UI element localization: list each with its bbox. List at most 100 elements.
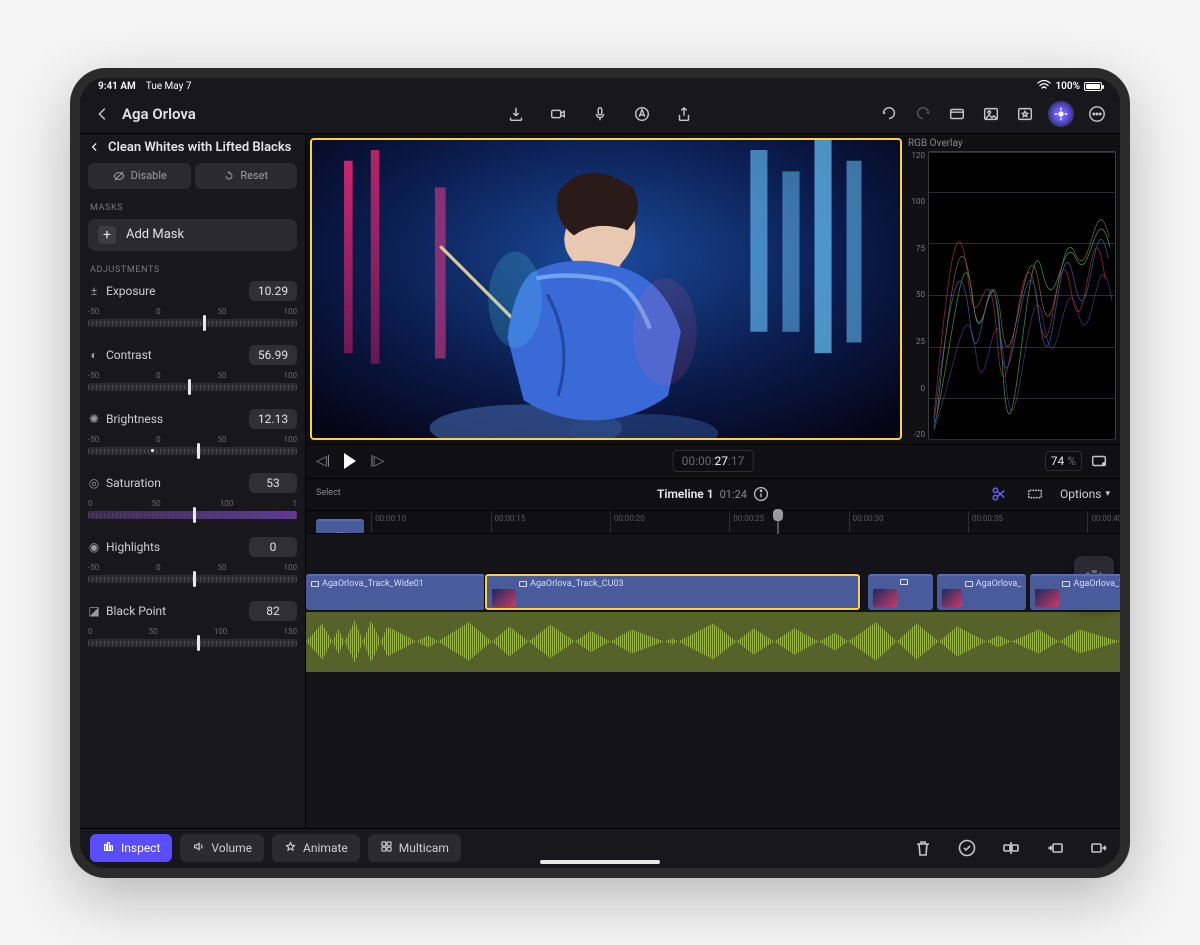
status-bar: 9:41 AM Tue May 7 100% (80, 78, 1120, 96)
display-options-icon[interactable] (1088, 450, 1110, 472)
battery-pct: 100% (1055, 81, 1080, 92)
clip-name: AgaOrlova_Track_CU03 (530, 579, 624, 589)
animate-icon (284, 840, 297, 856)
adjustment-slider[interactable]: 0501001 (88, 499, 297, 527)
adjustment-value[interactable]: 10.29 (249, 281, 297, 301)
play-button[interactable] (344, 453, 356, 469)
ruler-mark: 00:00:40 (1087, 511, 1120, 533)
voiceover-icon[interactable] (589, 103, 611, 125)
clip-name: AgaOrlova_Trac (1073, 579, 1120, 589)
timeline-header: Select Clip ▾ Timeline 1 01:24 Options ▾ (306, 478, 1120, 510)
video-clip[interactable] (868, 574, 933, 610)
clip-camera-icon (311, 581, 319, 587)
adjustment-value[interactable]: 0 (249, 537, 297, 557)
tab-inspect[interactable]: Inspect (90, 834, 172, 862)
add-mask-button[interactable]: + Add Mask (88, 219, 297, 251)
scope-y-tick: 0 (906, 384, 925, 393)
clip-thumbnail (873, 589, 897, 607)
video-clip[interactable]: AgaOrlova_Track_Wide01 (306, 574, 485, 610)
adjustment-value[interactable]: 82 (249, 601, 297, 621)
adjustment-glyph-icon: ◎ (88, 476, 100, 490)
timeline-tools-icon[interactable] (1024, 483, 1046, 505)
wifi-icon (1037, 80, 1051, 93)
clip-thumbnail (492, 589, 516, 607)
inspector-title: Clean Whites with Lifted Blacks (108, 140, 291, 155)
share-icon[interactable] (673, 103, 695, 125)
video-scope: RGB Overlay 1201007550250-20 (906, 138, 1116, 440)
photos-icon[interactable] (980, 103, 1002, 125)
redo-icon[interactable] (912, 103, 934, 125)
timeline-ruler[interactable]: 00:00:1000:00:1500:00:2000:00:2500:00:30… (306, 510, 1120, 534)
tab-label: Volume (211, 841, 252, 855)
effects-icon[interactable] (1014, 103, 1036, 125)
playhead[interactable] (773, 509, 783, 521)
adjustment-glyph-icon: ✺ (88, 412, 100, 426)
timeline-info-icon[interactable] (753, 486, 769, 502)
back-button[interactable] (92, 103, 114, 125)
adjustment-slider[interactable]: -50050100 (88, 371, 297, 399)
ruler-mark: 00:00:30 (849, 511, 884, 533)
titles-icon[interactable] (631, 103, 653, 125)
more-icon[interactable] (1086, 103, 1108, 125)
disable-button[interactable]: Disable (88, 163, 191, 189)
inspector-back-button[interactable] (88, 140, 102, 154)
trash-icon[interactable] (912, 837, 934, 859)
clip-camera-icon (900, 579, 908, 585)
adjustment-value[interactable]: 53 (249, 473, 297, 493)
tab-label: Inspect (121, 841, 160, 855)
reset-button[interactable]: Reset (195, 163, 298, 189)
video-clip[interactable]: AgaOrlova_Trac (1030, 574, 1120, 610)
video-clip[interactable]: AgaOrlova_ (937, 574, 1027, 610)
undo-icon[interactable] (878, 103, 900, 125)
clip-camera-icon (965, 581, 973, 587)
append-clip-icon[interactable] (1088, 837, 1110, 859)
adjustment-slider[interactable]: -50050100 (88, 563, 297, 591)
clip-camera-icon (1062, 581, 1070, 587)
camera-icon[interactable] (547, 103, 569, 125)
adjustment-value[interactable]: 56.99 (249, 345, 297, 365)
enable-disable-icon[interactable] (956, 837, 978, 859)
scope-y-tick: 25 (906, 337, 925, 346)
ruler-mark: 00:00:25 (729, 511, 764, 533)
timecode-display[interactable]: 00:00:27:17 (673, 450, 754, 472)
scope-y-tick: 120 (906, 151, 925, 160)
adjustment-value[interactable]: 12.13 (249, 409, 297, 429)
insert-clip-icon[interactable] (1044, 837, 1066, 859)
clip-name: AgaOrlova_ (976, 579, 1022, 589)
tab-animate[interactable]: Animate (272, 834, 360, 862)
tab-label: Animate (303, 841, 348, 855)
adjustment-exposure: ±Exposure 10.29 -50050100 (88, 281, 297, 335)
plus-icon: + (98, 226, 116, 244)
tab-volume[interactable]: Volume (180, 834, 264, 862)
timeline-tracks[interactable]: AgaOrlova_Track_Wide01 AgaOrlova_Track_CU… (306, 534, 1120, 828)
project-title: Aga Orlova (122, 105, 196, 123)
preview-viewer[interactable] (310, 138, 902, 440)
audio-track[interactable] (306, 612, 1120, 672)
adjustment-brightness: ✺Brightness 12.13 -50050100 (88, 409, 297, 463)
adjustment-glyph-icon: ± (88, 284, 100, 298)
transport-bar: ◁| |▷ 00:00:27:17 74 % (306, 444, 1120, 478)
tab-multicam[interactable]: Multicam (368, 834, 461, 862)
connect-clip-icon[interactable] (1000, 837, 1022, 859)
adjustment-label: Contrast (106, 348, 152, 362)
color-icon[interactable] (1048, 101, 1074, 127)
video-clip[interactable]: AgaOrlova_Track_CU03 (485, 574, 859, 610)
battery-icon (1084, 82, 1102, 91)
zoom-value[interactable]: 74 (1051, 454, 1065, 468)
adjustment-slider[interactable]: -50050100 (88, 307, 297, 335)
split-clip-icon[interactable] (988, 483, 1010, 505)
scope-graph[interactable] (928, 151, 1116, 440)
home-indicator[interactable] (540, 860, 660, 864)
prev-frame-button[interactable]: ◁| (316, 453, 330, 469)
volume-icon (192, 840, 205, 856)
timeline-options-button[interactable]: Options ▾ (1060, 487, 1110, 501)
clip-camera-icon (519, 581, 527, 587)
adjustment-slider[interactable]: 050100150 (88, 627, 297, 655)
adjustment-slider[interactable]: -50050100 (88, 435, 297, 463)
timeline-duration: 01:24 (720, 488, 747, 501)
scope-y-tick: -20 (906, 430, 925, 439)
browser-icon[interactable] (946, 103, 968, 125)
import-icon[interactable] (505, 103, 527, 125)
clip-thumbnail (1035, 589, 1059, 607)
next-frame-button[interactable]: |▷ (370, 453, 384, 469)
